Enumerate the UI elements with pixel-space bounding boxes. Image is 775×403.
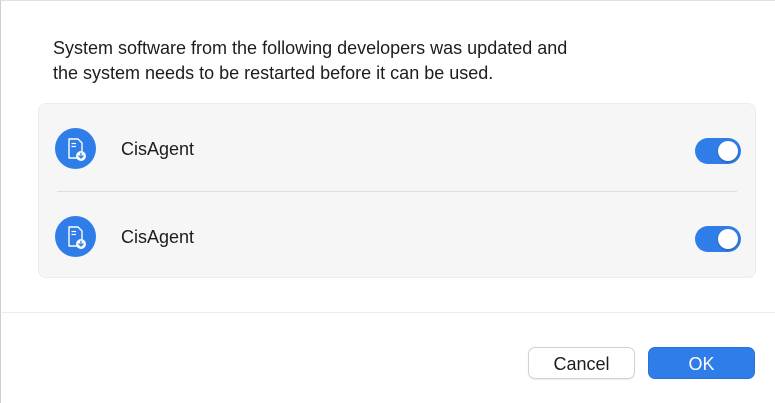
developer-enable-toggle[interactable] [695, 138, 741, 164]
footer-divider [2, 312, 775, 313]
dialog-message-line-1: System software from the following devel… [53, 38, 568, 58]
developer-list: CisAgent CisAgent [38, 103, 756, 278]
toggle-knob [718, 229, 738, 249]
document-download-icon [55, 216, 96, 257]
developer-row: CisAgent [39, 104, 755, 190]
toggle-knob [718, 141, 738, 161]
dialog-message-line-2: the system needs to be restarted before … [53, 63, 494, 83]
developer-enable-toggle[interactable] [695, 226, 741, 252]
dialog-message: System software from the following devel… [53, 36, 733, 86]
ok-button[interactable]: OK [648, 347, 755, 379]
developer-row: CisAgent [39, 192, 755, 278]
developer-name: CisAgent [121, 139, 195, 159]
restart-dialog: System software from the following devel… [0, 0, 775, 403]
cancel-button[interactable]: Cancel [528, 347, 635, 379]
developer-name: CisAgent [121, 227, 195, 247]
document-download-icon [55, 128, 96, 169]
